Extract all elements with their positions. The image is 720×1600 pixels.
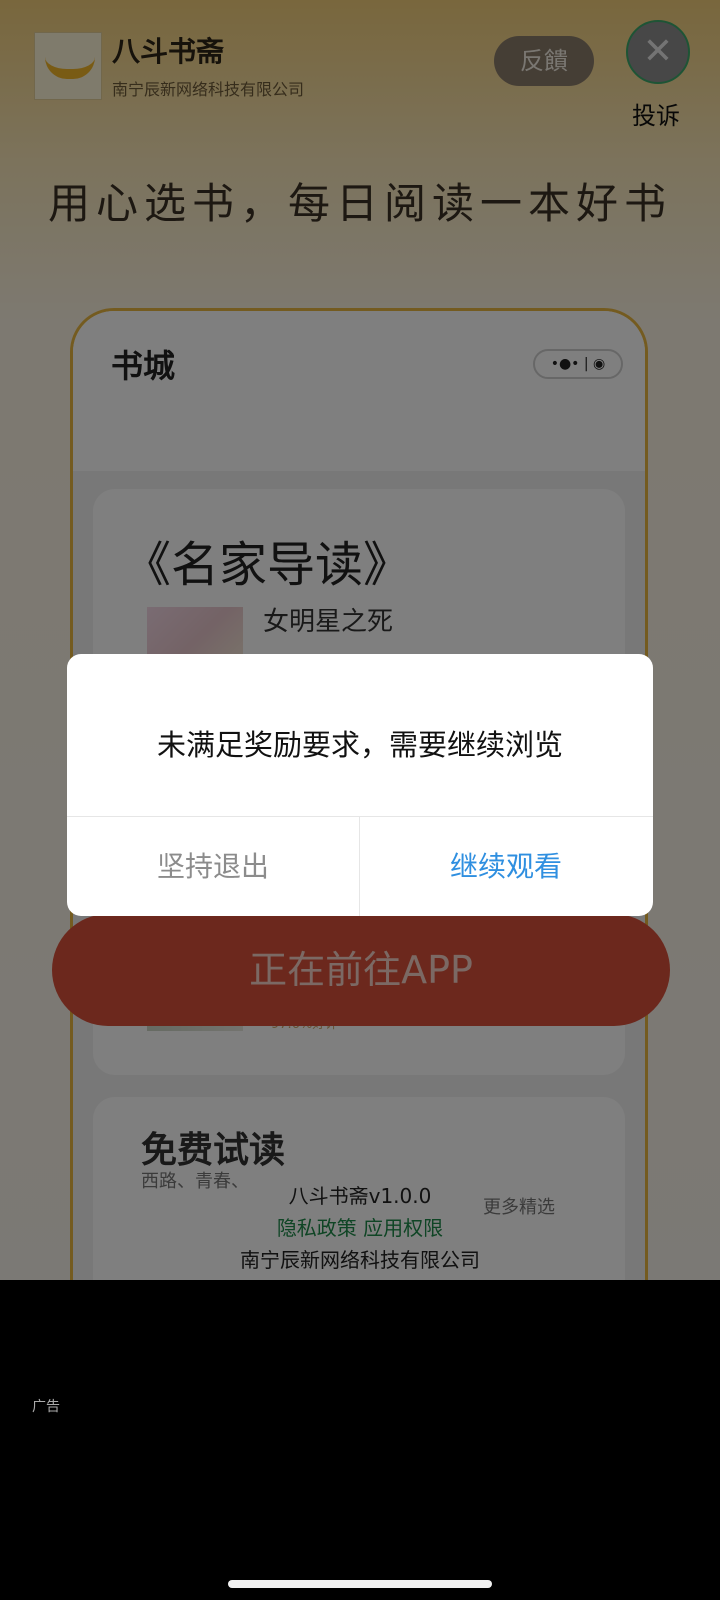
reward-dialog: 未满足奖励要求，需要继续浏览 坚持退出 继续观看 (67, 654, 653, 916)
quit-button[interactable]: 坚持退出 (67, 817, 359, 916)
ad-label: 广告 (32, 1399, 60, 1415)
continue-watching-button[interactable]: 继续观看 (360, 817, 652, 916)
modal-overlay (0, 0, 720, 1280)
home-indicator[interactable] (228, 1580, 492, 1588)
dialog-message: 未满足奖励要求，需要继续浏览 (156, 728, 563, 762)
ad-landing-page: 八斗书斋 南宁辰新网络科技有限公司 反饋 ✕ 投诉 用心选书，每日阅读一本好书 … (0, 0, 720, 1280)
